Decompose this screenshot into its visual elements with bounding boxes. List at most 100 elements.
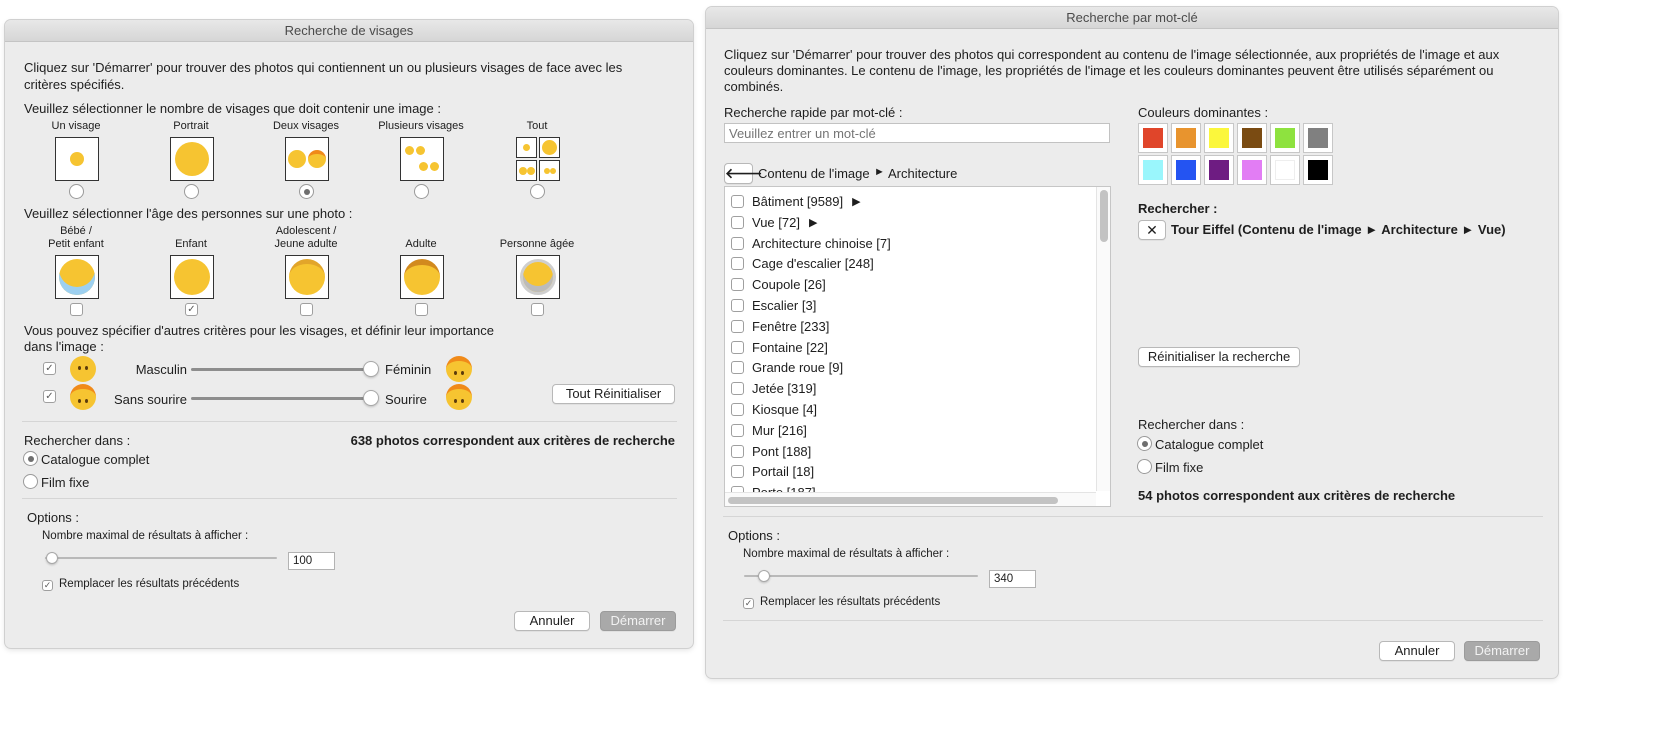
gender-slider-knob[interactable] <box>363 361 379 377</box>
keyword-label: Fontaine [22] <box>752 339 828 355</box>
color-swatch[interactable] <box>1303 123 1333 153</box>
keyword-row[interactable]: Mur [216] <box>731 420 807 441</box>
count-radio-many[interactable] <box>414 184 429 199</box>
two-faces-thumbnail[interactable] <box>285 137 329 181</box>
scope-radio-catalog[interactable] <box>23 451 38 466</box>
keyword-row[interactable]: Grande roue [9] <box>731 357 843 378</box>
vertical-scrollbar[interactable] <box>1096 187 1110 491</box>
adult-thumbnail[interactable] <box>400 255 444 299</box>
smile-slider-knob[interactable] <box>363 390 379 406</box>
reset-all-button[interactable]: Tout Réinitialiser <box>552 384 675 404</box>
start-button[interactable]: Démarrer <box>1464 641 1540 661</box>
gender-slider-track[interactable] <box>191 368 369 371</box>
keyword-row[interactable]: Vue [72] ▶ <box>731 212 817 233</box>
face-icon <box>419 162 428 171</box>
max-results-slider-knob[interactable] <box>758 570 770 582</box>
age-check-teen[interactable] <box>300 303 313 316</box>
keyword-row[interactable]: Coupole [26] <box>731 274 826 295</box>
keyword-row[interactable]: Fenêtre [233] <box>731 316 829 337</box>
replace-results-check[interactable]: ✓ <box>42 580 53 591</box>
count-radio-one[interactable] <box>69 184 84 199</box>
color-swatch[interactable] <box>1237 123 1267 153</box>
senior-thumbnail[interactable] <box>516 255 560 299</box>
criteria-text-1: Vous pouvez spécifier d'autres critères … <box>24 323 494 338</box>
scope-radio-filmstrip[interactable] <box>23 474 38 489</box>
options-label: Options : <box>728 528 781 543</box>
portrait-thumbnail[interactable] <box>170 137 214 181</box>
color-swatch[interactable] <box>1270 123 1300 153</box>
keyword-checkbox[interactable] <box>731 299 744 312</box>
keyword-checkbox[interactable] <box>731 382 744 396</box>
count-radio-all[interactable] <box>530 184 545 199</box>
keyword-row[interactable]: Cage d'escalier [248] <box>731 253 874 274</box>
keyword-row[interactable]: Kiosque [4] <box>731 399 817 420</box>
keyword-row[interactable]: Jetée [319] <box>731 378 816 399</box>
keyword-row[interactable]: Fontaine [22] <box>731 337 828 358</box>
max-results-input[interactable]: 340 <box>989 570 1036 588</box>
count-label-one: Un visage <box>51 120 101 132</box>
count-radio-two[interactable] <box>299 184 314 199</box>
keyword-row[interactable]: Portail [18] <box>731 461 814 482</box>
many-faces-thumbnail[interactable] <box>400 137 444 181</box>
max-results-slider-track[interactable] <box>45 557 277 559</box>
expand-arrow-icon[interactable]: ▶ <box>809 216 817 229</box>
one-face-thumbnail[interactable] <box>55 137 99 181</box>
remove-term-button[interactable]: ✕ <box>1138 220 1166 240</box>
all-faces-thumbnail[interactable] <box>516 137 560 181</box>
back-button[interactable]: 🡐 <box>724 163 763 184</box>
baby-thumbnail[interactable] <box>55 255 99 299</box>
start-button[interactable]: Démarrer <box>600 611 676 631</box>
color-swatch[interactable] <box>1171 155 1201 185</box>
keyword-checkbox[interactable] <box>731 195 744 208</box>
max-results-input[interactable]: 100 <box>288 552 335 570</box>
max-results-slider-knob[interactable] <box>46 552 58 564</box>
expand-arrow-icon[interactable]: ▶ <box>852 195 860 208</box>
color-swatch[interactable] <box>1204 155 1234 185</box>
age-check-adult[interactable] <box>415 303 428 316</box>
vertical-scroll-thumb[interactable] <box>1100 190 1108 242</box>
smile-slider-track[interactable] <box>191 397 369 400</box>
horizontal-scroll-thumb[interactable] <box>728 497 1058 504</box>
keyword-checkbox[interactable] <box>731 257 744 271</box>
scope-radio-filmstrip[interactable] <box>1137 459 1152 474</box>
keyword-row[interactable]: Escalier [3] <box>731 295 816 316</box>
keyword-checkbox[interactable] <box>731 465 744 479</box>
color-swatch[interactable] <box>1303 155 1333 185</box>
keyword-checkbox[interactable] <box>731 319 744 333</box>
replace-results-check[interactable]: ✓ <box>743 598 754 609</box>
color-swatch[interactable] <box>1138 123 1168 153</box>
age-check-senior[interactable] <box>531 303 544 316</box>
keyword-checkbox[interactable] <box>731 236 744 250</box>
keyword-row[interactable]: Bâtiment [9589] ▶ <box>731 191 861 212</box>
smile-criterion-check[interactable]: ✓ <box>43 390 56 403</box>
gender-criterion-check[interactable]: ✓ <box>43 362 56 375</box>
keyword-checkbox[interactable] <box>731 215 744 229</box>
keyword-checkbox[interactable] <box>731 278 744 292</box>
horizontal-scrollbar[interactable] <box>725 492 1096 506</box>
keyword-list[interactable]: Bâtiment [9589] ▶ Vue [72] ▶ Architecture ch… <box>724 186 1111 507</box>
age-check-baby[interactable] <box>70 303 83 316</box>
keyword-checkbox[interactable] <box>731 423 744 437</box>
cancel-button[interactable]: Annuler <box>1379 641 1455 661</box>
scope-radio-catalog[interactable] <box>1137 436 1152 451</box>
breadcrumb-root[interactable]: Contenu de l'image <box>758 166 870 181</box>
quick-search-input[interactable] <box>724 123 1110 143</box>
cancel-button[interactable]: Annuler <box>514 611 590 631</box>
keyword-row[interactable]: Pont [188] <box>731 441 811 462</box>
color-swatch[interactable] <box>1204 123 1234 153</box>
keyword-checkbox[interactable] <box>731 361 744 375</box>
keyword-checkbox[interactable] <box>731 444 744 458</box>
keyword-checkbox[interactable] <box>731 340 744 354</box>
teen-thumbnail[interactable] <box>285 255 329 299</box>
color-swatch[interactable] <box>1270 155 1300 185</box>
count-radio-portrait[interactable] <box>184 184 199 199</box>
color-swatch[interactable] <box>1237 155 1267 185</box>
age-check-child[interactable]: ✓ <box>185 303 198 316</box>
color-swatch[interactable] <box>1171 123 1201 153</box>
keyword-row[interactable]: Architecture chinoise [7] <box>731 233 891 254</box>
color-swatch[interactable] <box>1138 155 1168 185</box>
reset-search-button[interactable]: Réinitialiser la recherche <box>1138 347 1300 367</box>
keyword-checkbox[interactable] <box>731 403 744 416</box>
max-results-slider-track[interactable] <box>744 575 978 577</box>
child-thumbnail[interactable] <box>170 255 214 299</box>
